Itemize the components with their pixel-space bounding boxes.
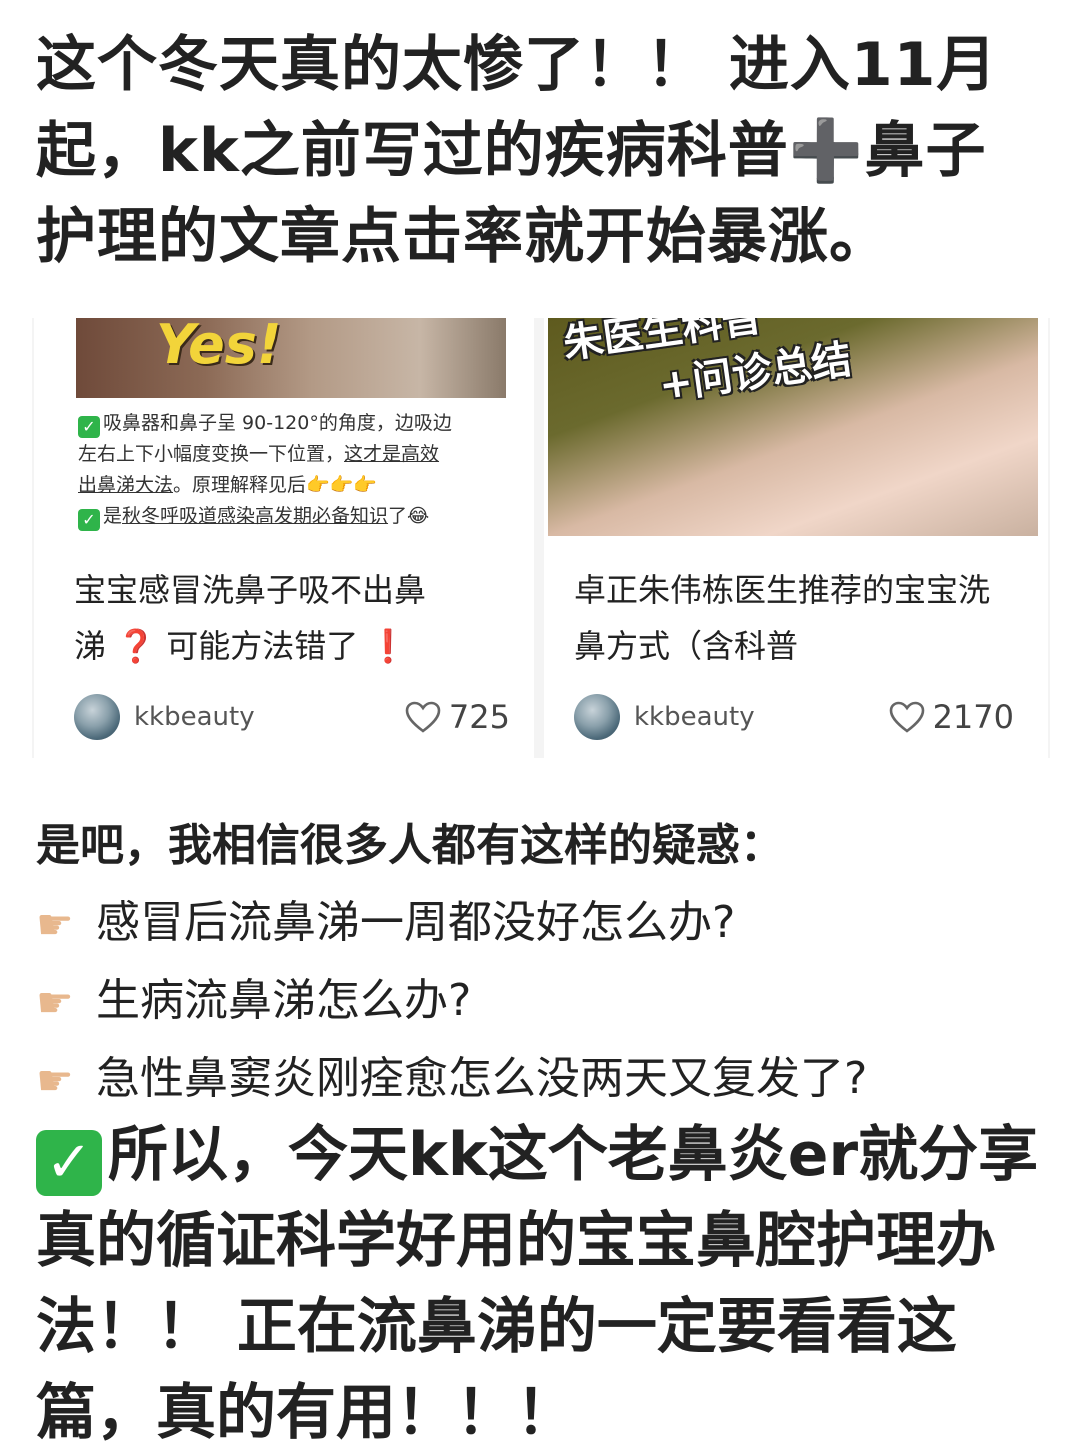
intro-text: 是吧，我相信很多人都有这样的疑惑： — [36, 820, 784, 871]
check-mark-icon: ✓ — [78, 509, 100, 531]
post-heading: 这个冬天真的太惨了！！ 进入11月起，kk之前写过的疾病科普➕鼻子护理的文章点击… — [36, 30, 998, 272]
post-card-right[interactable]: 朱医生科普 +问诊总结 卓正朱伟栋医生推荐的宝宝洗鼻方式（含科普 kkbeaut… — [544, 318, 1048, 758]
like-button[interactable]: 725 — [405, 698, 510, 736]
author-name[interactable]: kkbeauty — [634, 700, 755, 734]
thumbnail-yes-text: Yes! — [156, 318, 282, 376]
pointing-hand-icon: ☛ — [36, 978, 74, 1027]
author-name[interactable]: kkbeauty — [134, 700, 255, 734]
like-count: 725 — [448, 698, 510, 736]
conclusion-paragraph: ✓ 所以，今天kk这个老鼻炎er就分享真的循证科学好用的宝宝鼻腔护理办法！！ 正在… — [36, 1120, 1039, 1448]
heart-icon — [889, 701, 924, 733]
exclamation-mark-icon: ❗ — [368, 627, 409, 665]
post-card-footer: kkbeauty 2170 — [574, 694, 1014, 742]
post-card-title[interactable]: 宝宝感冒洗鼻子吸不出鼻 涕 ❓ 可能方法错了 ❗ — [74, 562, 514, 674]
check-mark-icon: ✓ — [36, 1130, 102, 1196]
post-thumbnail[interactable]: Yes! — [76, 318, 506, 398]
list-item: ☛ 急性鼻窦炎刚痊愈怎么没两天又复发了? — [36, 1040, 1056, 1118]
like-button[interactable]: 2170 — [889, 698, 1014, 736]
pointing-hand-icon: ☛ — [36, 900, 74, 949]
question-list: ☛ 感冒后流鼻涕一周都没好怎么办? ☛ 生病流鼻涕怎么办? ☛ 急性鼻窦炎刚痊愈怎么没… — [36, 884, 1056, 1118]
tip-line-4: ✓ 是秋冬呼吸道感染高发期必备知识了😂 — [78, 501, 518, 532]
pointing-hand-icon: ☛ — [36, 1056, 74, 1105]
post-thumbnail[interactable]: 朱医生科普 +问诊总结 — [548, 318, 1038, 536]
tip-line-3: 出鼻涕大法。原理解释见后👉👉👉 — [78, 474, 377, 496]
thumbnail-tips: ✓ 吸鼻器和鼻子呈 90-120°的角度，边吸边 左右上下小幅度变换一下位置，这才… — [78, 408, 518, 532]
avatar[interactable] — [574, 694, 620, 740]
heart-icon — [405, 701, 441, 733]
tip-line-1: ✓ 吸鼻器和鼻子呈 90-120°的角度，边吸边 — [78, 408, 518, 439]
post-card-left[interactable]: Yes! ✓ 吸鼻器和鼻子呈 90-120°的角度，边吸边 左右上下小幅度变换一下… — [34, 318, 534, 758]
check-mark-icon: ✓ — [78, 416, 100, 438]
list-item: ☛ 生病流鼻涕怎么办? — [36, 962, 1056, 1040]
related-posts-screenshot: Yes! ✓ 吸鼻器和鼻子呈 90-120°的角度，边吸边 左右上下小幅度变换一下… — [32, 318, 1050, 758]
tip-line-2: 左右上下小幅度变换一下位置，这才是高效 — [78, 443, 440, 465]
question-mark-icon: ❓ — [116, 627, 157, 665]
like-count: 2170 — [932, 698, 1014, 736]
post-card-title[interactable]: 卓正朱伟栋医生推荐的宝宝洗鼻方式（含科普 — [574, 562, 1014, 674]
list-item: ☛ 感冒后流鼻涕一周都没好怎么办? — [36, 884, 1056, 962]
avatar[interactable] — [74, 694, 120, 740]
post-card-footer: kkbeauty 725 — [74, 694, 510, 742]
